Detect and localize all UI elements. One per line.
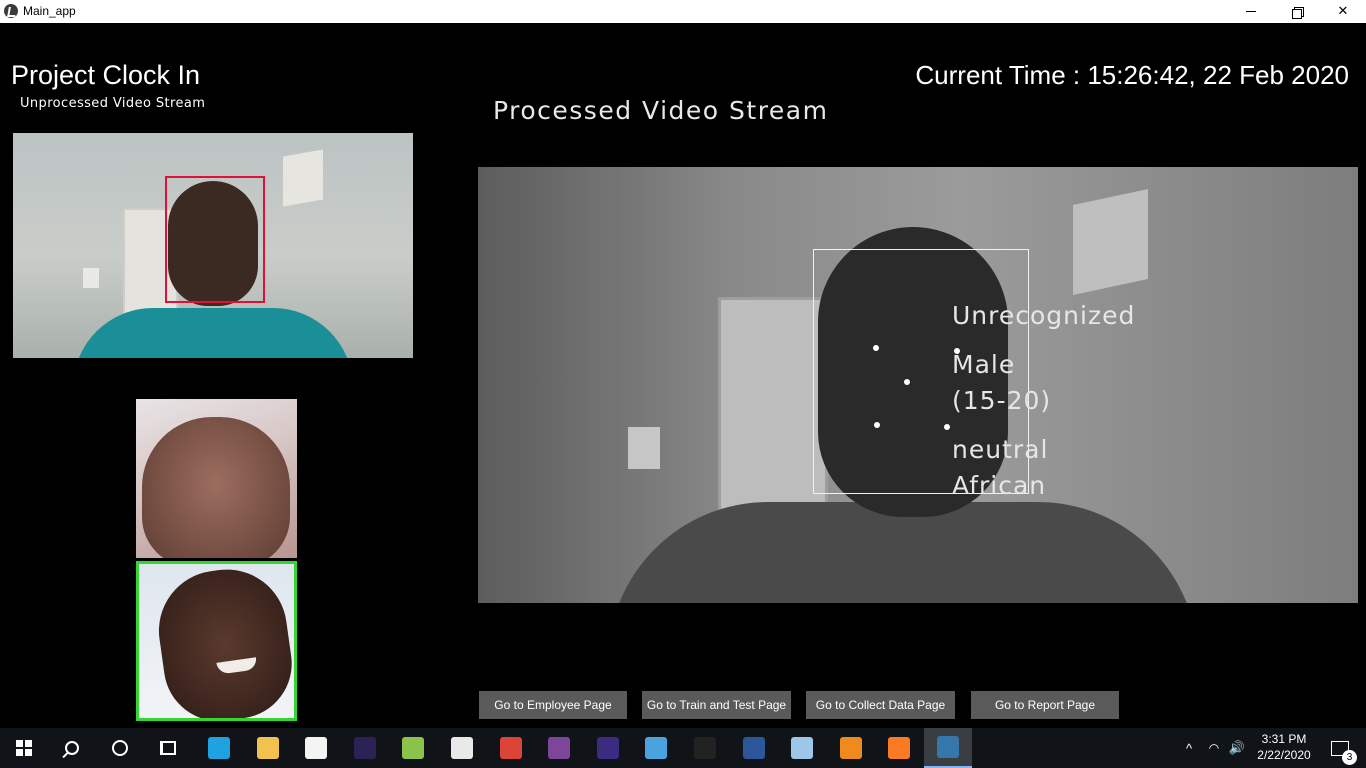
emotion-label: neutral	[952, 435, 1049, 464]
person-shirt	[608, 502, 1198, 603]
file-explorer-icon	[257, 737, 279, 759]
internet-explorer-taskbar-button[interactable]	[195, 728, 243, 768]
face-landmark-mouth-right	[944, 424, 950, 430]
taskbar	[0, 728, 1366, 768]
word-taskbar-button[interactable]	[730, 728, 778, 768]
person-shirt	[73, 308, 353, 358]
xampp-icon	[888, 737, 910, 759]
train-test-page-button[interactable]: Go to Train and Test Page	[642, 691, 791, 719]
window-title-bar: Main_app ✕	[0, 0, 1366, 23]
minimize-icon	[1246, 11, 1256, 12]
tor-browser-taskbar-button[interactable]	[535, 728, 583, 768]
background-wall-box	[1073, 189, 1148, 295]
clock-time: 3:31 PM	[1261, 732, 1307, 746]
close-button[interactable]: ✕	[1320, 0, 1366, 23]
unprocessed-video-stream	[13, 133, 413, 358]
search-icon	[65, 741, 79, 755]
file-explorer-taskbar-button[interactable]	[244, 728, 292, 768]
face-detection-box	[165, 176, 265, 303]
task-view-icon	[160, 741, 176, 755]
identity-label: Unrecognized	[952, 301, 1136, 330]
control-panel-taskbar-button[interactable]	[632, 728, 680, 768]
page-title: Project Clock In	[11, 60, 201, 90]
employee-page-button[interactable]: Go to Employee Page	[479, 691, 627, 719]
cortana-button[interactable]	[96, 728, 144, 768]
windows-logo-icon	[16, 740, 32, 756]
thumbnail-face	[151, 564, 294, 718]
virtualbox-icon	[791, 737, 813, 759]
restore-icon	[1292, 6, 1304, 19]
command-prompt-taskbar-button[interactable]	[681, 728, 729, 768]
python-taskbar-button[interactable]	[924, 728, 972, 768]
face-landmark-left-eye	[873, 345, 879, 351]
notepad-plus-icon	[402, 737, 424, 759]
internet-explorer-icon	[208, 737, 230, 759]
background-wall-box	[283, 149, 323, 207]
current-time-display: Current Time : 15:26:42, 22 Feb 2020	[915, 60, 1349, 90]
gender-label: Male	[952, 350, 1016, 379]
chrome-taskbar-button[interactable]	[487, 728, 535, 768]
vlc-taskbar-button[interactable]	[827, 728, 875, 768]
eclipse-icon	[354, 737, 376, 759]
volume-icon: 🔊	[1228, 740, 1246, 755]
processed-stream-label: Processed Video Stream	[493, 96, 829, 125]
python-icon	[937, 736, 959, 758]
minimize-button[interactable]	[1228, 0, 1274, 23]
notification-icon: 3	[1331, 740, 1357, 765]
notepad-plus-taskbar-button[interactable]	[389, 728, 437, 768]
xampp-taskbar-button[interactable]	[875, 728, 923, 768]
background-switch	[83, 268, 99, 288]
chevron-up-icon: ^	[1185, 740, 1193, 756]
face-thumbnail[interactable]	[136, 399, 297, 558]
volume-button[interactable]: 🔊	[1228, 728, 1246, 768]
action-center-button[interactable]: 3	[1322, 728, 1358, 768]
eclipse-taskbar-button[interactable]	[341, 728, 389, 768]
thumbnail-face	[142, 417, 290, 558]
age-label: (15-20)	[952, 386, 1052, 415]
close-icon: ✕	[1337, 4, 1349, 19]
clock-date: 2/22/2020	[1257, 748, 1311, 762]
search-button[interactable]	[48, 728, 96, 768]
eclipse-ide-taskbar-button[interactable]	[584, 728, 632, 768]
restore-button[interactable]	[1274, 0, 1320, 23]
unprocessed-stream-label: Unprocessed Video Stream	[20, 96, 206, 111]
wifi-icon: ◠	[1208, 741, 1220, 755]
virtualbox-taskbar-button[interactable]	[778, 728, 826, 768]
system-clock[interactable]: 3:31 PM 2/22/2020	[1254, 728, 1314, 768]
background-switch	[628, 427, 660, 469]
network-button[interactable]: ◠	[1206, 728, 1222, 768]
microsoft-store-taskbar-button[interactable]	[292, 728, 340, 768]
cortana-icon	[112, 740, 128, 756]
control-panel-icon	[645, 737, 667, 759]
mail-icon	[451, 737, 473, 759]
race-label: African	[952, 471, 1047, 500]
show-hidden-icons-button[interactable]: ^	[1180, 728, 1198, 768]
chrome-icon	[500, 737, 522, 759]
tor-browser-icon	[548, 737, 570, 759]
start-button[interactable]	[0, 728, 48, 768]
task-view-button[interactable]	[144, 728, 192, 768]
app-icon	[4, 4, 18, 18]
face-thumbnail-selected[interactable]	[136, 561, 297, 721]
notification-count-badge: 3	[1342, 749, 1357, 765]
mail-taskbar-button[interactable]	[438, 728, 486, 768]
report-page-button[interactable]: Go to Report Page	[971, 691, 1119, 719]
word-icon	[743, 737, 765, 759]
microsoft-store-icon	[305, 737, 327, 759]
face-landmark-mouth-left	[874, 422, 880, 428]
eclipse-ide-icon	[597, 737, 619, 759]
processed-video-stream: Unrecognized Male (15-20) neutral Africa…	[478, 167, 1358, 603]
vlc-icon	[840, 737, 862, 759]
face-landmark-nose	[904, 379, 910, 385]
collect-data-page-button[interactable]: Go to Collect Data Page	[806, 691, 955, 719]
window-title: Main_app	[23, 4, 76, 18]
command-prompt-icon	[694, 737, 716, 759]
